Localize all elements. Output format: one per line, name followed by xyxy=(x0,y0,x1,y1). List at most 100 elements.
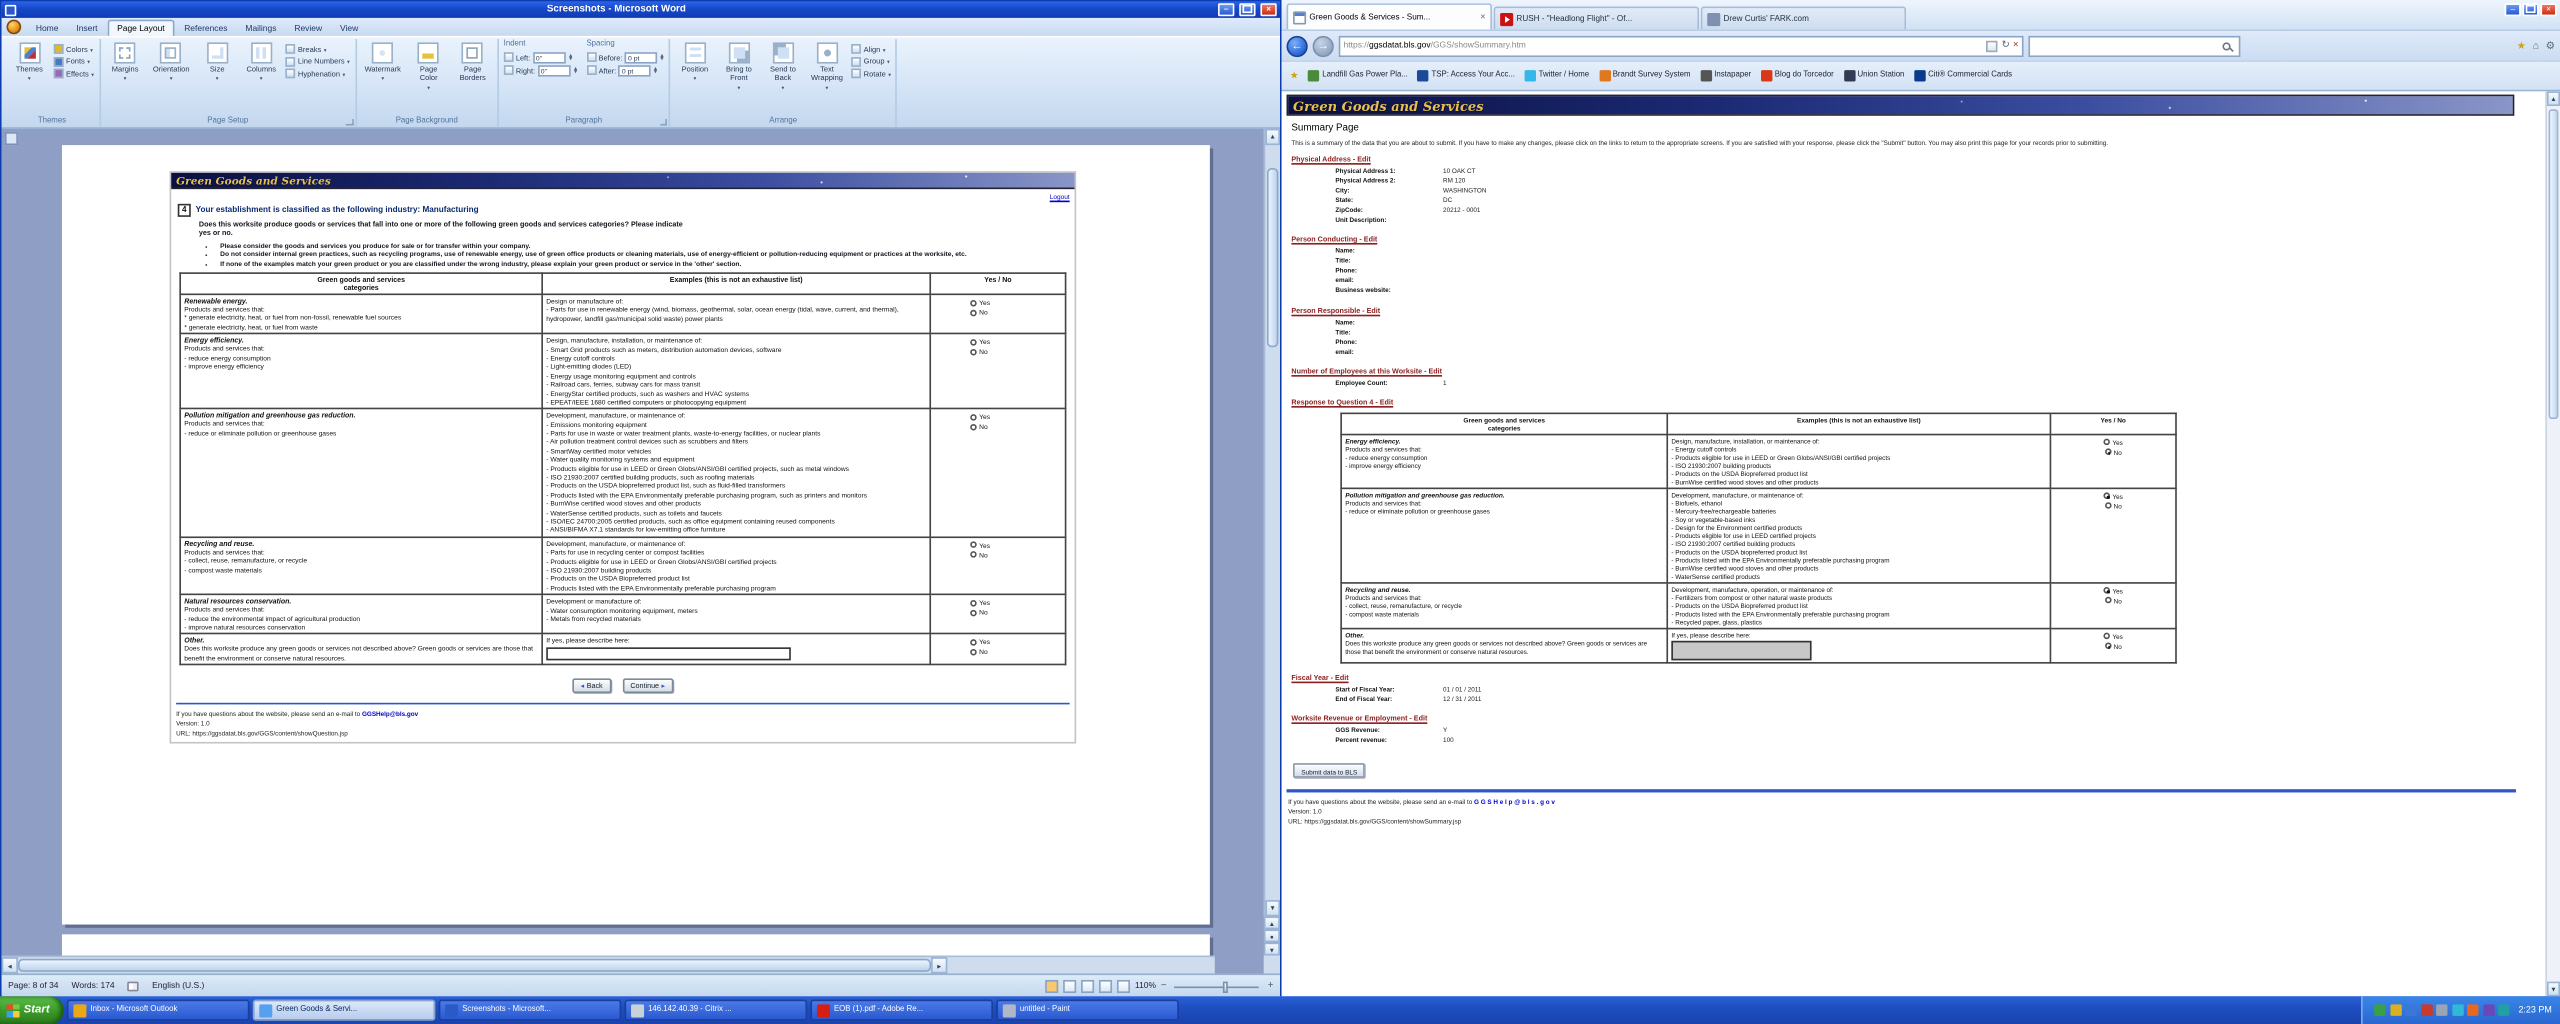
no-radio[interactable] xyxy=(970,348,977,355)
language-indicator[interactable]: English (U.S.) xyxy=(152,982,204,992)
print-layout-view-icon[interactable] xyxy=(1045,980,1058,993)
word-count[interactable]: Words: 174 xyxy=(72,982,115,992)
zoom-out-icon[interactable]: − xyxy=(1161,982,1167,992)
logout-link[interactable]: Logout xyxy=(176,192,1070,200)
ie-maximize-button[interactable] xyxy=(2522,3,2538,16)
office-button[interactable] xyxy=(7,20,22,35)
tab-youtube[interactable]: RUSH - "Headlong Flight" - Of... xyxy=(1494,7,1699,30)
back-button[interactable] xyxy=(1287,35,1308,56)
yes-radio[interactable] xyxy=(970,299,977,306)
position-button[interactable]: Position xyxy=(675,41,714,115)
spellcheck-icon[interactable] xyxy=(128,982,139,992)
ie-close-button[interactable]: × xyxy=(2540,3,2556,16)
url-field[interactable]: https://ggsdatat.bls.gov/GGS/showSummary… xyxy=(1339,35,2024,56)
browse-object-buttons[interactable]: ▲ ● ▼ xyxy=(1264,916,1280,955)
tab-close-icon[interactable] xyxy=(1480,12,1485,22)
yes-radio[interactable] xyxy=(970,639,977,646)
start-button[interactable]: Start xyxy=(0,996,64,1024)
document-page-next[interactable] xyxy=(62,934,1210,955)
add-favorite-icon[interactable] xyxy=(1290,70,1299,81)
taskbar-item-paint[interactable]: untitled - Paint xyxy=(997,1000,1180,1021)
bring-to-front-button[interactable]: Bring to Front xyxy=(719,41,758,115)
person-responsible-edit-link[interactable]: Person Responsible - Edit xyxy=(1291,306,1380,314)
previous-page-icon[interactable]: ▲ xyxy=(1264,916,1280,929)
yes-radio[interactable] xyxy=(2104,493,2111,500)
word-close-button[interactable]: × xyxy=(1260,3,1276,16)
tray-icon[interactable] xyxy=(2421,1004,2432,1015)
spinner-icon[interactable] xyxy=(569,53,572,60)
no-radio[interactable] xyxy=(2105,449,2112,456)
favorites-icon[interactable] xyxy=(2517,39,2527,52)
taskbar-item-outlook[interactable]: Inbox - Microsoft Outlook xyxy=(68,1000,251,1021)
describe-textbox[interactable] xyxy=(1671,641,1811,661)
text-wrapping-button[interactable]: Text Wrapping xyxy=(807,41,846,115)
employees-edit-link[interactable]: Number of Employees at this Worksite - E… xyxy=(1291,366,1442,374)
taskbar-item-citrix[interactable]: 146.142.40.39 - Citrix ... xyxy=(625,1000,808,1021)
vertical-scrollbar[interactable]: ▲ ▼ xyxy=(1264,129,1280,917)
no-radio[interactable] xyxy=(970,552,977,559)
indent-left-field[interactable]: 0" xyxy=(533,51,566,62)
scroll-right-icon[interactable]: ► xyxy=(931,957,947,973)
stop-icon[interactable] xyxy=(2013,41,2019,51)
scroll-thumb[interactable] xyxy=(2549,109,2559,419)
submit-button[interactable]: Submit data to BLS xyxy=(1293,764,1366,779)
tab-view[interactable]: View xyxy=(332,21,366,36)
tab-insert[interactable]: Insert xyxy=(68,21,105,36)
next-page-icon[interactable]: ▼ xyxy=(1264,942,1280,955)
watermark-button[interactable]: Watermark xyxy=(361,41,404,115)
taskbar-item-adobe[interactable]: EOB (1).pdf - Adobe Re... xyxy=(811,1000,994,1021)
spinner-icon[interactable] xyxy=(661,53,664,60)
group-button[interactable]: Group xyxy=(851,56,891,66)
zoom-in-icon[interactable]: + xyxy=(1268,982,1274,992)
favorite-tsp[interactable]: TSP: Access Your Acc... xyxy=(1418,70,1515,81)
physical-address-edit-link[interactable]: Physical Address - Edit xyxy=(1291,155,1370,163)
margins-button[interactable]: Margins xyxy=(106,41,145,115)
yes-radio[interactable] xyxy=(970,542,977,549)
forward-button[interactable] xyxy=(1313,35,1334,56)
back-button[interactable]: ◂Back xyxy=(573,678,611,693)
document-page[interactable]: Green Goods and Services Logout 4 Your e… xyxy=(62,145,1210,924)
fullscreen-view-icon[interactable] xyxy=(1063,980,1076,993)
no-radio[interactable] xyxy=(2105,597,2112,604)
favorite-blog[interactable]: Blog do Torcedor xyxy=(1761,70,1834,81)
ie-minimize-button[interactable]: – xyxy=(2505,3,2521,16)
paragraph-dialog-launcher[interactable] xyxy=(660,118,667,125)
tray-icon[interactable] xyxy=(2467,1004,2478,1015)
ie-vertical-scrollbar[interactable]: ▲ ▼ xyxy=(2545,91,2560,996)
no-radio[interactable] xyxy=(970,424,977,431)
tab-green-goods[interactable]: Green Goods & Services - Sum... xyxy=(1287,3,1492,29)
breaks-button[interactable]: Breaks xyxy=(286,44,350,54)
favorite-citi[interactable]: Citi® Commercial Cards xyxy=(1914,70,2012,81)
rotate-button[interactable]: Rotate xyxy=(851,68,891,78)
no-radio[interactable] xyxy=(970,609,977,616)
revenue-edit-link[interactable]: Worksite Revenue or Employment - Edit xyxy=(1291,715,1427,723)
draft-view-icon[interactable] xyxy=(1117,980,1130,993)
favorite-brandt[interactable]: Brandt Survey System xyxy=(1599,70,1691,81)
compatibility-icon[interactable] xyxy=(1987,40,1998,51)
page-setup-dialog-launcher[interactable] xyxy=(346,118,353,125)
scroll-down-icon[interactable]: ▼ xyxy=(2547,982,2560,997)
web-layout-view-icon[interactable] xyxy=(1081,980,1094,993)
yes-radio[interactable] xyxy=(2104,587,2111,594)
tab-review[interactable]: Review xyxy=(286,21,330,36)
tab-references[interactable]: References xyxy=(176,21,236,36)
no-radio[interactable] xyxy=(970,649,977,656)
tray-icon[interactable] xyxy=(2483,1004,2494,1015)
tray-icon[interactable] xyxy=(2390,1004,2401,1015)
continue-button[interactable]: Continue▸ xyxy=(622,678,673,693)
zoom-level[interactable]: 110% xyxy=(1135,982,1156,992)
fiscal-year-edit-link[interactable]: Fiscal Year - Edit xyxy=(1291,674,1348,682)
tray-icon[interactable] xyxy=(2436,1004,2447,1015)
indent-right-field[interactable]: 0" xyxy=(538,64,571,75)
tab-home[interactable]: Home xyxy=(28,21,67,36)
page-borders-button[interactable]: Page Borders xyxy=(453,41,492,115)
send-to-back-button[interactable]: Send to Back xyxy=(763,41,802,115)
tray-icon[interactable] xyxy=(2498,1004,2509,1015)
scroll-up-icon[interactable]: ▲ xyxy=(1265,129,1280,145)
scroll-down-icon[interactable]: ▼ xyxy=(1265,900,1280,916)
tray-icon[interactable] xyxy=(2374,1004,2385,1015)
page-color-button[interactable]: Page Color xyxy=(409,41,448,115)
favorite-instapaper[interactable]: Instapaper xyxy=(1700,70,1751,81)
help-email-link[interactable]: GGSHelp@bls.gov xyxy=(362,709,418,717)
word-minimize-button[interactable]: – xyxy=(1218,3,1234,16)
